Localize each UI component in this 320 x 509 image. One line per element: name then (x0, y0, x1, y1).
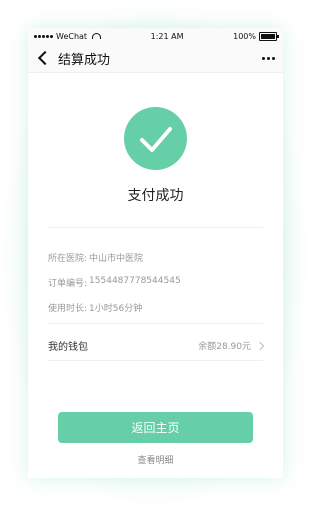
success-title: 支付成功 (127, 188, 184, 204)
back-icon[interactable] (37, 50, 53, 66)
nav-bar: 结算成功 (28, 44, 283, 73)
status-right: 100% (233, 31, 279, 41)
more-icon[interactable] (262, 56, 275, 60)
divider (48, 227, 263, 228)
carrier: WeChat (56, 31, 88, 41)
info-value: 1小时56分钟 (89, 304, 143, 314)
status-time: 1:21 AM (150, 31, 184, 41)
wifi-icon (92, 33, 102, 39)
divider (48, 323, 263, 324)
info-duration: 使用时长: 1小时56分钟 (48, 301, 142, 314)
info-hospital: 所在医院: 中山市中医院 (48, 251, 143, 264)
wallet-balance: 余额28.90元 (198, 342, 251, 352)
battery-percent: 100% (233, 31, 256, 41)
divider (48, 360, 263, 361)
status-left: WeChat (34, 31, 102, 41)
info-value: 1554487778544545 (89, 276, 181, 286)
nav-left: 结算成功 (36, 49, 110, 68)
info-label: 订单编号: (48, 279, 88, 289)
info-label: 所在医院: (48, 254, 88, 264)
info-label: 使用时长: (48, 304, 88, 314)
info-order-number: 订单编号: 1554487778544545 (48, 276, 181, 289)
chevron-right-icon (255, 341, 265, 350)
info-value: 中山市中医院 (89, 254, 144, 264)
wallet-label: 我的钱包 (48, 342, 88, 353)
battery-icon (258, 31, 279, 41)
signal-icon (34, 34, 53, 38)
wallet-row[interactable]: 我的钱包 余额28.90元 (48, 338, 265, 353)
phone-screen: WeChat 1:21 AM 100% 结算成功 支付成功 所在医院: 中山市中… (28, 28, 283, 478)
view-details-link[interactable]: 查看明细 (28, 453, 283, 466)
return-home-button[interactable]: 返回主页 (58, 412, 253, 443)
success-check-icon (124, 107, 187, 170)
content: 支付成功 所在医院: 中山市中医院 订单编号: 1554487778544545… (28, 73, 283, 478)
status-bar: WeChat 1:21 AM 100% (28, 28, 283, 44)
wallet-right: 余额28.90元 (198, 339, 265, 352)
page-title: 结算成功 (58, 52, 111, 68)
